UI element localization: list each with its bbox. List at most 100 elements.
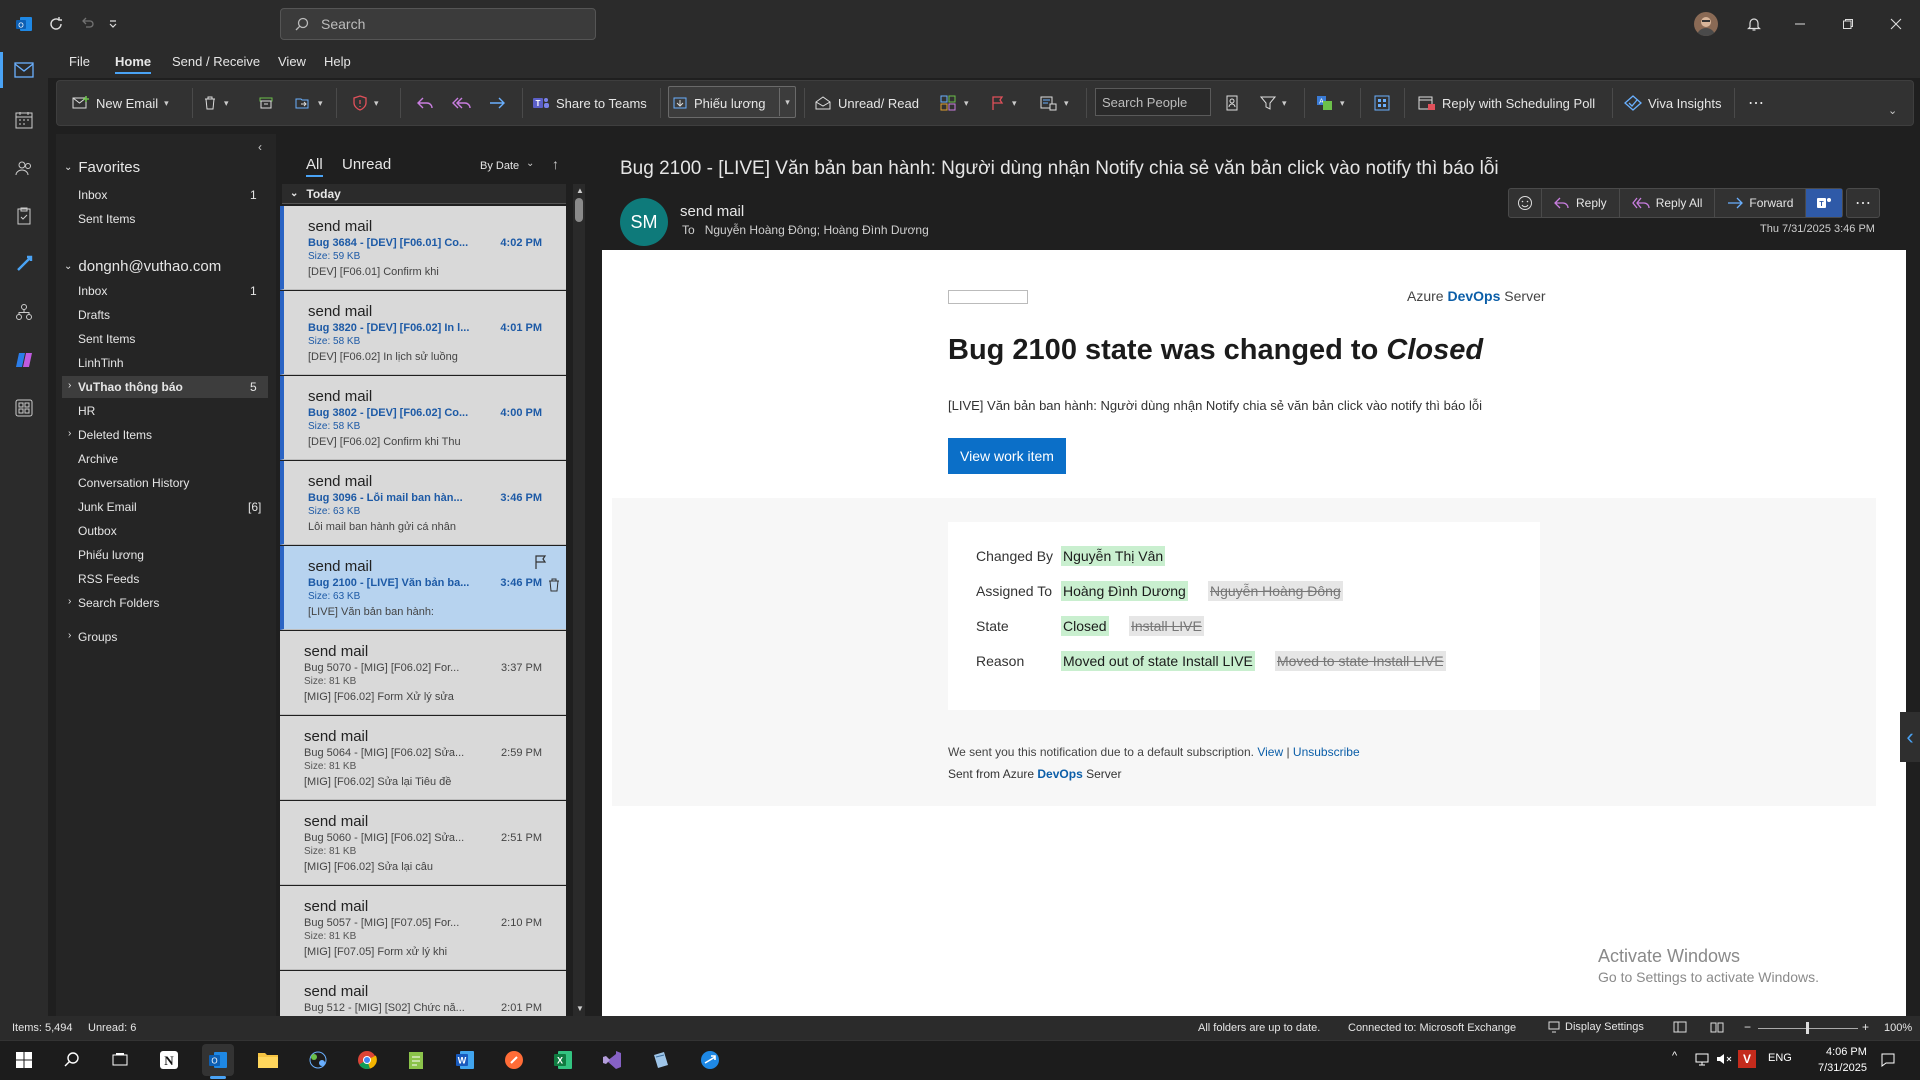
rules-button[interactable]: ▾ <box>1040 88 1069 118</box>
view-link[interactable]: View <box>1257 745 1283 759</box>
react-button[interactable] <box>1509 189 1542 217</box>
sort-by-date[interactable]: By Date <box>480 160 519 172</box>
chevron-down-icon[interactable]: ▾ <box>1340 98 1345 109</box>
mail-from[interactable]: send mail <box>680 203 744 220</box>
postman-icon[interactable] <box>498 1044 530 1076</box>
chevron-down-icon[interactable]: ▾ <box>1012 98 1017 109</box>
zoom-slider-thumb[interactable] <box>1806 1022 1809 1034</box>
folder-search-folders[interactable]: Search Folders <box>78 596 159 610</box>
taskbar-search-icon[interactable] <box>56 1044 88 1076</box>
more-actions-button[interactable]: ⋯ <box>1846 188 1880 218</box>
reply-button-ribbon[interactable] <box>416 88 434 118</box>
move-button[interactable]: ▾ <box>294 88 323 118</box>
network-tray-icon[interactable] <box>1694 1052 1710 1066</box>
more-apps-icon[interactable] <box>0 388 48 428</box>
translate-button[interactable]: A ▾ <box>1316 88 1345 118</box>
view-work-item-button[interactable]: View work item <box>948 438 1066 474</box>
people-icon[interactable] <box>0 148 48 188</box>
report-button[interactable]: ▾ <box>352 88 379 118</box>
tasks-icon[interactable] <box>0 196 48 236</box>
trash-icon[interactable] <box>548 578 560 592</box>
menu-home[interactable]: Home <box>115 54 152 74</box>
close-icon[interactable] <box>1876 0 1916 48</box>
group-header-today[interactable]: ⌄ Today <box>282 184 566 204</box>
tray-expand-icon[interactable]: ^ <box>1672 1050 1677 1062</box>
zoom-in-icon[interactable]: + <box>1862 1020 1869 1034</box>
chevron-down-icon[interactable]: ▾ <box>318 98 323 109</box>
word-icon[interactable]: W <box>449 1044 481 1076</box>
task-view-icon[interactable] <box>104 1044 136 1076</box>
chevron-right-icon[interactable]: › <box>68 596 71 607</box>
normal-view-icon[interactable] <box>1673 1021 1687 1033</box>
chevron-down-icon[interactable]: ⌄ <box>526 158 534 169</box>
menu-file[interactable]: File <box>69 54 90 69</box>
folder-inbox[interactable]: Inbox <box>78 284 107 298</box>
vietnamese-input-icon[interactable]: V <box>1738 1050 1756 1068</box>
list-item-selected[interactable]: send mail Bug 2100 - [LIVE] Văn bản ba..… <box>280 546 566 630</box>
folder-deleted-items[interactable]: Deleted Items <box>78 428 152 442</box>
side-pane-toggle[interactable]: ‹ <box>1900 712 1920 762</box>
reply-button[interactable]: Reply <box>1542 189 1620 217</box>
scroll-thumb[interactable] <box>575 198 583 222</box>
chevron-down-icon[interactable]: ▾ <box>964 98 969 109</box>
chevron-down-icon[interactable]: ▾ <box>1064 98 1069 109</box>
folder-archive[interactable]: Archive <box>78 452 118 466</box>
input-language[interactable]: ENG <box>1768 1052 1792 1064</box>
list-item[interactable]: send mail Bug 3096 - Lỗi mail ban hàn...… <box>280 461 566 545</box>
chrome-icon[interactable] <box>351 1044 383 1076</box>
file-explorer-icon[interactable] <box>252 1044 284 1076</box>
display-settings-button[interactable]: Display Settings <box>1548 1021 1644 1033</box>
tab-unread[interactable]: Unread <box>342 156 391 173</box>
folder-outbox[interactable]: Outbox <box>78 524 117 538</box>
filter-email-button[interactable]: ▾ <box>1260 88 1287 118</box>
delete-button[interactable]: ▾ <box>202 88 229 118</box>
follow-up-button[interactable]: ▾ <box>990 88 1017 118</box>
devops-icon[interactable] <box>0 244 48 284</box>
forward-button-ribbon[interactable] <box>488 88 506 118</box>
forward-button[interactable]: Forward <box>1715 189 1807 217</box>
customize-toolbar-icon[interactable] <box>104 0 122 48</box>
list-item[interactable]: send mail Bug 5057 - [MIG] [F07.05] For.… <box>280 886 566 970</box>
notepad-plus-icon[interactable] <box>400 1044 432 1076</box>
list-item[interactable]: send mail Bug 512 - [MIG] [S02] Chức nă.… <box>280 971 566 1016</box>
chevron-down-icon[interactable]: ▾ <box>374 98 379 109</box>
undo-icon[interactable] <box>76 0 98 48</box>
folder-drafts[interactable]: Drafts <box>78 308 110 322</box>
unread-read-button[interactable]: Unread/ Read <box>814 88 919 118</box>
list-item[interactable]: send mail Bug 5060 - [MIG] [F06.02] Sửa.… <box>280 801 566 885</box>
restore-icon[interactable] <box>1828 0 1868 48</box>
sync-icon[interactable] <box>44 0 68 48</box>
list-item[interactable]: send mail Bug 5064 - [MIG] [F06.02] Sửa.… <box>280 716 566 800</box>
categorize-button[interactable]: ▾ <box>940 88 969 118</box>
folder-rss-feeds[interactable]: RSS Feeds <box>78 572 139 586</box>
sql-app-icon[interactable] <box>645 1044 677 1076</box>
menu-view[interactable]: View <box>278 54 306 69</box>
folder-phieu-luong[interactable]: Phiếu lương <box>78 548 144 562</box>
chevron-down-icon[interactable]: ▾ <box>164 98 169 109</box>
remote-app-icon[interactable] <box>694 1044 726 1076</box>
message-list-scrollbar[interactable]: ▲ ▼ <box>573 184 585 1016</box>
excel-icon[interactable]: X <box>547 1044 579 1076</box>
sender-avatar[interactable]: SM <box>620 198 668 246</box>
chevron-down-icon[interactable]: ▾ <box>224 98 229 109</box>
user-avatar[interactable] <box>1694 12 1718 36</box>
calendar-icon[interactable] <box>0 100 48 140</box>
ribbon-expand-icon[interactable]: ⌄ <box>1888 104 1897 117</box>
bell-icon[interactable] <box>1740 0 1768 48</box>
folder-favorites-sent[interactable]: Sent Items <box>78 212 135 226</box>
scroll-down-icon[interactable]: ▼ <box>576 1004 584 1013</box>
quick-step-phieu-luong[interactable]: Phiếu lương <box>672 88 765 118</box>
network-app-icon[interactable] <box>302 1044 334 1076</box>
list-item[interactable]: send mail Bug 3684 - [DEV] [F06.01] Co..… <box>280 206 566 290</box>
favorites-header[interactable]: ⌄ Favorites <box>64 159 140 176</box>
teams-share-button[interactable]: T <box>1806 189 1843 217</box>
search-people-input[interactable]: Search People <box>1095 88 1211 116</box>
notification-center-icon[interactable] <box>1880 1052 1896 1068</box>
unsubscribe-link[interactable]: Unsubscribe <box>1293 745 1360 759</box>
zoom-out-icon[interactable]: − <box>1744 1020 1751 1034</box>
viva-insights-button[interactable]: Viva Insights <box>1624 88 1721 118</box>
quick-step-dropdown[interactable]: ▾ <box>779 88 795 116</box>
folder-junk-email[interactable]: Junk Email <box>78 500 137 514</box>
list-item[interactable]: send mail Bug 5070 - [MIG] [F06.02] For.… <box>280 631 566 715</box>
windows-start-icon[interactable] <box>8 1044 40 1076</box>
